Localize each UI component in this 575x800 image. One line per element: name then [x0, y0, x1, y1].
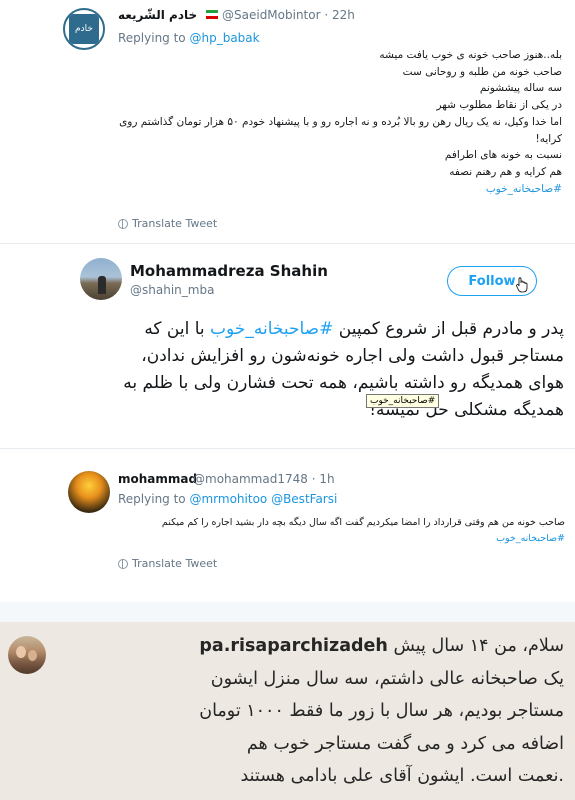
- avatar-logo: خادم: [69, 14, 99, 44]
- replying-to: Replying to @mrmohitoo @BestFarsi: [118, 492, 337, 506]
- tweet-text-part: پدر و مادرم قبل از شروع کمپین: [333, 319, 564, 339]
- tweet-line: سه ساله پیششونم: [479, 82, 562, 95]
- tweet-line: هم کرایه و هم رهنم نصفه: [449, 165, 562, 178]
- tweet-line: هوای همدیگه رو داشته باشیم، همه تحت فشار…: [123, 373, 564, 393]
- dot-separator: ·: [324, 8, 329, 22]
- tweet-line: همدیگه مشکلی حل نمیشه!: [369, 400, 564, 420]
- replying-prefix: Replying to: [118, 492, 186, 506]
- tweet-author-name[interactable]: خادم الشّریعه: [118, 8, 197, 22]
- comment-line: اضافه می کرد و می گفت مستاجر خوب هم: [246, 733, 564, 754]
- tweet-author-name[interactable]: Mohammadreza Shahin: [130, 262, 328, 280]
- tweet-line: مستاجر قبول داشت ولی اجاره خونه‌شون رو ا…: [141, 346, 564, 366]
- avatar[interactable]: [8, 636, 46, 674]
- avatar[interactable]: خادم: [63, 8, 105, 50]
- translate-label[interactable]: Translate Tweet: [132, 557, 217, 570]
- avatar[interactable]: [68, 471, 110, 513]
- comment-text-part: سلام، من ۱۴ سال پیش: [393, 636, 564, 656]
- tweet-text: بله..هنوز صاحب خونه ی خوب یافت میشه صاحب…: [119, 47, 563, 198]
- tweet-line: اما خدا وکیل، نه یک ریال رهن رو بالا بُر…: [119, 115, 562, 128]
- comment-line: یک صاحبخانه عالی داشتم، سه سال منزل ایشو…: [210, 668, 564, 689]
- replying-prefix: Replying to: [118, 31, 186, 45]
- tweet-text-part: با این که: [144, 319, 211, 339]
- tweet-divider: [0, 448, 575, 449]
- globe-icon: [118, 558, 128, 569]
- tweet-text: پدر و مادرم قبل از شروع کمپین #صاحبخانه_…: [80, 316, 564, 424]
- hashtag-tooltip: #صاحبخانه_خوب: [366, 394, 440, 408]
- comment-username[interactable]: pa.risaparchizadeh: [199, 636, 387, 656]
- tweet-line: نسبت به خونه های اطرافم: [444, 149, 562, 162]
- avatar[interactable]: [80, 258, 122, 300]
- hashtag-link[interactable]: #صاحبخانه_خوب: [120, 531, 565, 547]
- hand-cursor-icon: [516, 277, 528, 293]
- translate-label[interactable]: Translate Tweet: [132, 217, 217, 230]
- dot-separator: ·: [311, 472, 316, 486]
- tweet-line: صاحب خونه من هم وقتی قرارداد را امضا میک…: [161, 517, 565, 528]
- globe-icon: [118, 218, 128, 229]
- tweet-time[interactable]: 1h: [319, 472, 334, 486]
- tweet-text: صاحب خونه من هم وقتی قرارداد را امضا میک…: [120, 515, 565, 547]
- comment-text: سلام، من ۱۴ سال پیش pa.risaparchizadeh ی…: [48, 630, 564, 793]
- hashtag-link[interactable]: #صاحبخانه_خوب: [150, 181, 562, 198]
- tweet-line: بله..هنوز صاحب خونه ی خوب یافت میشه: [379, 49, 562, 61]
- avatar-figure: [98, 276, 106, 294]
- tweet-divider: [0, 243, 575, 244]
- handle-text[interactable]: @SaeidMobintor: [222, 8, 321, 22]
- translate-tweet-link[interactable]: Translate Tweet: [118, 217, 217, 230]
- comment-line: .نعمت است. ایشون آقای علی بادامی هستند: [240, 766, 564, 786]
- hashtag-link[interactable]: #صاحبخانه_خوب: [210, 319, 333, 339]
- avatar-face: [28, 650, 37, 661]
- replying-to: Replying to @hp_babak: [118, 31, 260, 45]
- tweet-author-name[interactable]: mohammad: [118, 472, 197, 486]
- avatar-face: [16, 646, 26, 658]
- tweet-author-handle[interactable]: @mohammad1748 · 1h: [193, 472, 335, 486]
- comment-line: مستاجر بودیم، هر سال با زور ما فقط ۱۰۰۰ …: [199, 701, 564, 721]
- section-gap: [0, 602, 575, 622]
- tweet-line: کرایه!: [535, 132, 562, 145]
- tweet-time[interactable]: 22h: [332, 8, 355, 22]
- mention-link[interactable]: @hp_babak: [189, 31, 259, 45]
- tweet-line: صاحب خونه من طلبه و روحانی ست: [402, 65, 562, 78]
- tweet-line: در یکی از نقاط مطلوب شهر: [436, 99, 563, 112]
- iran-flag-icon: [206, 10, 218, 19]
- tweet-author-handle[interactable]: @SaeidMobintor · 22h: [222, 8, 355, 22]
- translate-tweet-link[interactable]: Translate Tweet: [118, 557, 217, 570]
- tweet-author-handle[interactable]: @shahin_mba: [130, 283, 214, 297]
- mention-link[interactable]: @mrmohitoo @BestFarsi: [189, 492, 337, 506]
- handle-text[interactable]: @mohammad1748: [193, 472, 308, 486]
